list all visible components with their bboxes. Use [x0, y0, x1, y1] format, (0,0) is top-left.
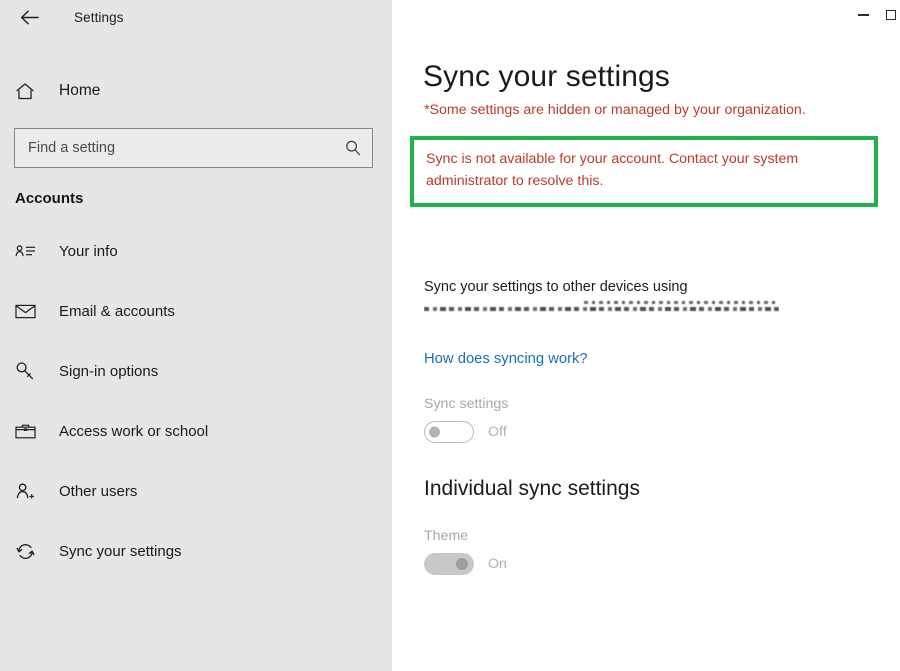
sidebar-item-access-work-school-label: Access work or school: [59, 422, 209, 440]
maximize-button[interactable]: [886, 0, 900, 30]
sidebar-item-email-accounts[interactable]: Email & accounts: [0, 293, 392, 329]
sync-settings-label: Sync settings: [424, 396, 509, 413]
maximize-icon: [886, 10, 896, 20]
sync-unavailable-alert-text: Sync is not available for your account. …: [426, 151, 799, 189]
key-icon: [15, 361, 41, 381]
sync-settings-toggle-row: Off: [424, 421, 900, 444]
sync-account-email-redacted: [424, 300, 779, 315]
redaction-smudge: [424, 307, 779, 312]
sidebar-item-access-work-school[interactable]: Access work or school: [0, 413, 392, 449]
person-add-icon: [15, 482, 41, 501]
window-controls: [392, 0, 900, 34]
title-bar-left: Settings: [0, 0, 392, 34]
sidebar-item-your-info[interactable]: Your info: [0, 233, 392, 269]
sidebar-item-other-users-label: Other users: [59, 482, 138, 500]
sidebar: Settings Home Accounts: [0, 0, 392, 671]
sidebar-item-other-users[interactable]: Other users: [0, 473, 392, 509]
sync-refresh-icon: [15, 541, 41, 562]
individual-sync-settings-heading: Individual sync settings: [424, 477, 640, 501]
sync-unavailable-alert: Sync is not available for your account. …: [410, 136, 878, 208]
how-does-syncing-work-link[interactable]: How does syncing work?: [424, 351, 588, 367]
redaction-smudge-upper: [584, 301, 775, 305]
home-icon: [15, 82, 41, 101]
window-title: Settings: [74, 9, 124, 25]
theme-toggle-row: On: [424, 553, 900, 576]
sidebar-nav-list: Your info Email & accounts Sign-in optio…: [0, 233, 392, 569]
minimize-icon: [857, 14, 869, 16]
contact-card-icon: [15, 243, 41, 259]
sidebar-item-home[interactable]: Home: [0, 74, 392, 108]
sidebar-item-home-label: Home: [59, 82, 101, 99]
search-box[interactable]: [14, 128, 373, 168]
theme-toggle[interactable]: [424, 553, 474, 576]
envelope-icon: [15, 303, 41, 319]
sidebar-item-your-info-label: Your info: [59, 242, 118, 260]
sidebar-item-sync-your-settings[interactable]: Sync your settings: [0, 533, 392, 569]
search-input[interactable]: [28, 140, 344, 156]
theme-label: Theme: [424, 528, 469, 545]
search-icon[interactable]: [344, 139, 362, 157]
sidebar-item-sync-your-settings-label: Sync your settings: [59, 542, 182, 560]
page-title: Sync your settings: [423, 60, 670, 93]
sidebar-item-sign-in-options-label: Sign-in options: [59, 362, 159, 380]
organization-managed-note: *Some settings are hidden or managed by …: [424, 102, 806, 118]
sync-description: Sync your settings to other devices usin…: [424, 279, 688, 296]
settings-window: Settings Home Accounts: [0, 0, 900, 671]
main-content: Sync your settings *Some settings are hi…: [392, 0, 900, 671]
sync-settings-toggle-state: Off: [488, 424, 507, 441]
sidebar-section-heading: Accounts: [15, 190, 84, 207]
sidebar-item-sign-in-options[interactable]: Sign-in options: [0, 353, 392, 389]
sync-settings-toggle[interactable]: [424, 421, 474, 444]
briefcase-icon: [15, 423, 41, 440]
toggle-knob: [456, 558, 468, 571]
theme-toggle-state: On: [488, 556, 507, 573]
sidebar-item-email-accounts-label: Email & accounts: [59, 302, 175, 320]
toggle-knob: [429, 426, 440, 438]
minimize-button[interactable]: [840, 0, 886, 30]
back-arrow-icon[interactable]: [14, 4, 44, 30]
